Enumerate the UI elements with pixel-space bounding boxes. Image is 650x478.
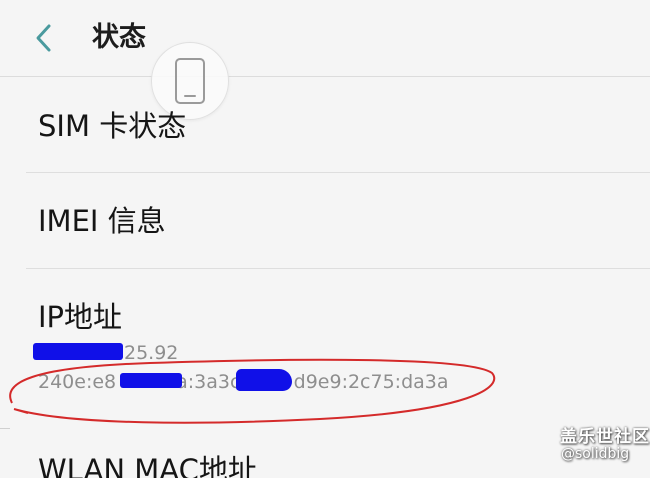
watermark-brand: 盖乐世社区: [560, 427, 650, 447]
settings-status-screen: 状态 SIM 卡状态 IMEI 信息 IP地址 25.92 240e:e8 a:3…: [0, 0, 650, 478]
wlan-mac-item[interactable]: WLAN MAC地址: [38, 450, 257, 478]
ip-address-item[interactable]: IP地址: [38, 297, 122, 337]
chevron-left-icon: [36, 24, 51, 52]
back-button[interactable]: [24, 16, 64, 60]
page-title: 状态: [92, 22, 146, 53]
divider: [26, 172, 650, 173]
red-annotation-ellipse: [9, 358, 496, 424]
divider-stub: [0, 428, 10, 429]
watermark-handle: @solidbig: [561, 446, 630, 462]
imei-info-item[interactable]: IMEI 信息: [38, 201, 166, 241]
sim-status-item[interactable]: SIM 卡状态: [38, 106, 186, 146]
app-bar: 状态: [0, 0, 650, 77]
divider: [26, 268, 650, 269]
phone-outline-icon: [175, 58, 205, 104]
